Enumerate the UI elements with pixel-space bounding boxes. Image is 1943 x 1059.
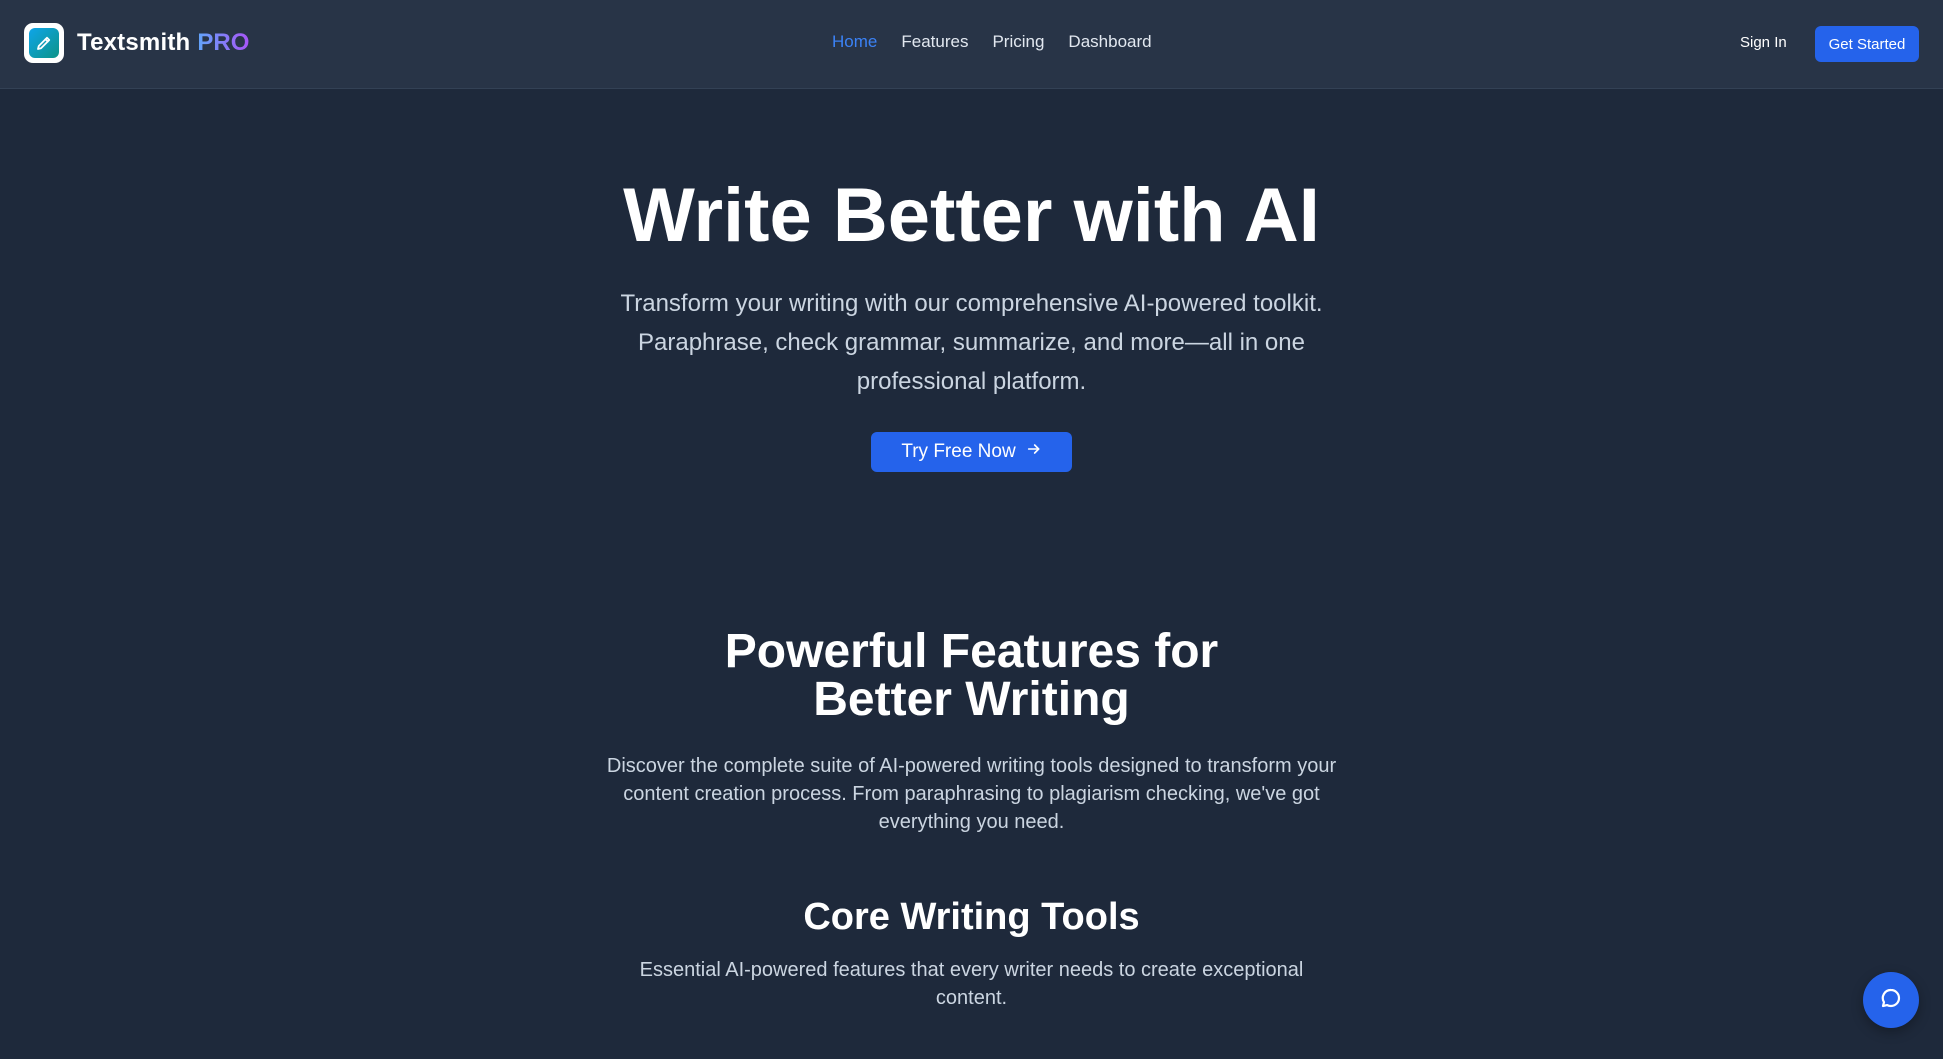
hero-title: Write Better with AI	[623, 173, 1320, 258]
chat-bubble-icon	[1879, 986, 1903, 1015]
brand[interactable]: Textsmith PRO	[24, 23, 249, 63]
features-title-text: Powerful Features for Better Writing	[724, 625, 1219, 726]
logo	[24, 23, 64, 63]
nav-link-home[interactable]: Home	[832, 32, 877, 52]
main-nav: Home Features Pricing Dashboard	[832, 32, 1152, 52]
pencil-icon	[29, 28, 59, 58]
get-started-button[interactable]: Get Started	[1815, 26, 1919, 62]
hero-subtitle: Transform your writing with our comprehe…	[620, 290, 1323, 395]
nav-link-features[interactable]: Features	[901, 32, 968, 52]
try-free-button[interactable]: Try Free Now	[871, 432, 1072, 472]
core-tools-title: Core Writing Tools	[803, 896, 1140, 938]
brand-badge: PRO	[197, 29, 250, 56]
arrow-right-icon	[1026, 441, 1042, 463]
features-title: Powerful Features for Better Writing	[0, 628, 1943, 724]
nav-link-dashboard[interactable]: Dashboard	[1068, 32, 1151, 52]
core-tools-subtitle: Essential AI-powered features that every…	[639, 959, 1304, 1009]
try-free-label: Try Free Now	[901, 441, 1016, 462]
navbar: Textsmith PRO Home Features Pricing Dash…	[0, 0, 1943, 89]
chat-button[interactable]	[1863, 972, 1919, 1028]
nav-link-pricing[interactable]: Pricing	[992, 32, 1044, 52]
features-subtitle: Discover the complete suite of AI-powere…	[606, 755, 1337, 833]
sign-in-link[interactable]: Sign In	[1740, 34, 1787, 51]
brand-name: Textsmith	[77, 29, 191, 56]
